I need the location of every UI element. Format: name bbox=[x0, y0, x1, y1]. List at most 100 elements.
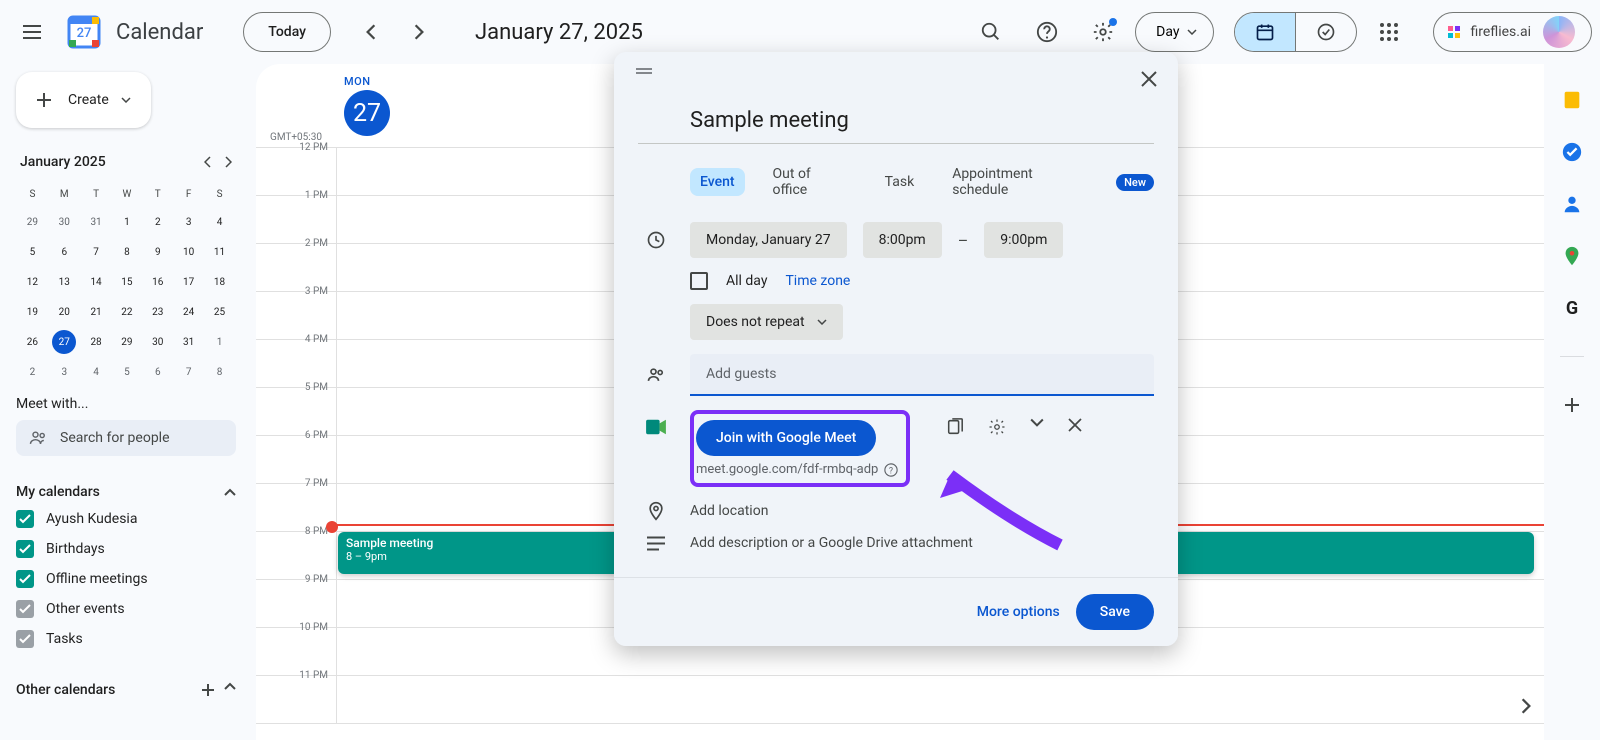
calendar-checkbox[interactable] bbox=[16, 570, 34, 588]
mini-cal-day[interactable]: 5 bbox=[113, 358, 142, 386]
help-icon[interactable] bbox=[1023, 8, 1071, 56]
mini-cal-day[interactable]: 5 bbox=[18, 238, 47, 266]
contacts-icon[interactable] bbox=[1560, 192, 1584, 216]
mini-cal-day[interactable]: 31 bbox=[174, 328, 203, 356]
copy-meet-link-icon[interactable] bbox=[938, 410, 972, 444]
mini-cal-day[interactable]: 16 bbox=[143, 268, 172, 296]
mini-cal-next[interactable] bbox=[220, 152, 236, 172]
mini-cal-day[interactable]: 21 bbox=[82, 298, 111, 326]
allday-checkbox[interactable] bbox=[690, 272, 708, 290]
mini-cal-title[interactable]: January 2025 bbox=[20, 154, 106, 170]
calendar-list-item[interactable]: Tasks bbox=[16, 624, 236, 654]
mini-cal-day[interactable]: 20 bbox=[49, 298, 80, 326]
calendar-list-item[interactable]: Offline meetings bbox=[16, 564, 236, 594]
calendar-checkbox[interactable] bbox=[16, 600, 34, 618]
mini-cal-day[interactable]: 19 bbox=[18, 298, 47, 326]
addon-icon[interactable]: G bbox=[1560, 296, 1584, 320]
mini-cal-day[interactable]: 3 bbox=[49, 358, 80, 386]
mini-cal-day[interactable]: 10 bbox=[174, 238, 203, 266]
mini-cal-day[interactable]: 4 bbox=[82, 358, 111, 386]
repeat-dropdown[interactable]: Does not repeat bbox=[690, 304, 843, 340]
mini-cal-day[interactable]: 1 bbox=[205, 328, 234, 356]
event-title-input[interactable]: Sample meeting bbox=[638, 100, 1154, 144]
fireflies-extension-button[interactable]: fireflies.ai bbox=[1433, 12, 1592, 52]
calendar-view-toggle[interactable] bbox=[1235, 13, 1296, 51]
mini-cal-day[interactable]: 17 bbox=[174, 268, 203, 296]
join-meet-button[interactable]: Join with Google Meet bbox=[696, 420, 876, 456]
date-title[interactable]: January 27, 2025 bbox=[475, 20, 643, 45]
mini-cal-day[interactable]: 7 bbox=[174, 358, 203, 386]
get-addons-icon[interactable] bbox=[1560, 393, 1584, 417]
mini-cal-day[interactable]: 22 bbox=[113, 298, 142, 326]
mini-cal-day[interactable]: 29 bbox=[113, 328, 142, 356]
help-icon[interactable]: ? bbox=[884, 463, 898, 477]
my-calendars-header[interactable]: My calendars bbox=[16, 480, 236, 504]
next-day-button[interactable] bbox=[395, 8, 443, 56]
mini-cal-day[interactable]: 8 bbox=[205, 358, 234, 386]
more-options-button[interactable]: More options bbox=[977, 594, 1060, 630]
add-guests-input[interactable]: Add guests bbox=[690, 354, 1154, 396]
mini-cal-prev[interactable] bbox=[200, 152, 216, 172]
mini-cal-day[interactable]: 6 bbox=[49, 238, 80, 266]
mini-cal-day[interactable]: 13 bbox=[49, 268, 80, 296]
mini-cal-day[interactable]: 30 bbox=[143, 328, 172, 356]
mini-cal-day[interactable]: 3 bbox=[174, 208, 203, 236]
prev-day-button[interactable] bbox=[347, 8, 395, 56]
mini-cal-day[interactable]: 2 bbox=[143, 208, 172, 236]
add-description-input[interactable]: Add description or a Google Drive attach… bbox=[690, 535, 973, 551]
mini-cal-day[interactable]: 24 bbox=[174, 298, 203, 326]
meet-url[interactable]: meet.google.com/fdf-rmbq-adp bbox=[696, 462, 878, 477]
other-calendars-header[interactable]: Other calendars bbox=[16, 678, 236, 702]
add-location-input[interactable]: Add location bbox=[690, 503, 768, 519]
mini-cal-day[interactable]: 9 bbox=[143, 238, 172, 266]
mini-cal-day[interactable]: 28 bbox=[82, 328, 111, 356]
calendar-checkbox[interactable] bbox=[16, 540, 34, 558]
maps-icon[interactable] bbox=[1560, 244, 1584, 268]
mini-cal-day[interactable]: 7 bbox=[82, 238, 111, 266]
keep-icon[interactable] bbox=[1560, 88, 1584, 112]
create-button[interactable]: Create bbox=[16, 72, 151, 128]
mini-cal-day[interactable]: 12 bbox=[18, 268, 47, 296]
mini-cal-day[interactable]: 27 bbox=[49, 328, 80, 356]
tasks-icon[interactable] bbox=[1560, 140, 1584, 164]
calendar-list-item[interactable]: Ayush Kudesia bbox=[16, 504, 236, 534]
calendar-list-item[interactable]: Birthdays bbox=[16, 534, 236, 564]
calendar-checkbox[interactable] bbox=[16, 630, 34, 648]
main-menu-icon[interactable] bbox=[8, 8, 56, 56]
mini-cal-day[interactable]: 4 bbox=[205, 208, 234, 236]
meet-expand-icon[interactable] bbox=[1022, 410, 1052, 444]
scroll-right-button[interactable] bbox=[1508, 688, 1544, 724]
meet-settings-icon[interactable] bbox=[980, 410, 1014, 444]
start-time-chip[interactable]: 8:00pm bbox=[863, 222, 942, 258]
timezone-link[interactable]: Time zone bbox=[785, 273, 850, 289]
end-time-chip[interactable]: 9:00pm bbox=[984, 222, 1063, 258]
avatar[interactable] bbox=[1543, 16, 1575, 48]
mini-cal-day[interactable]: 11 bbox=[205, 238, 234, 266]
today-button[interactable]: Today bbox=[243, 12, 331, 52]
calendar-checkbox[interactable] bbox=[16, 510, 34, 528]
mini-cal-day[interactable]: 2 bbox=[18, 358, 47, 386]
mini-cal-day[interactable]: 23 bbox=[143, 298, 172, 326]
tab-event[interactable]: Event bbox=[690, 168, 745, 196]
search-people-input[interactable]: Search for people bbox=[16, 420, 236, 456]
calendar-list-item[interactable]: Other events bbox=[16, 594, 236, 624]
remove-meet-icon[interactable] bbox=[1060, 410, 1090, 444]
drag-handle-icon[interactable] bbox=[634, 62, 654, 96]
view-switcher-button[interactable]: Day bbox=[1135, 12, 1214, 52]
tab-task[interactable]: Task bbox=[875, 168, 925, 196]
mini-cal-day[interactable]: 30 bbox=[49, 208, 80, 236]
hour-cell[interactable] bbox=[336, 676, 1544, 723]
mini-cal-day[interactable]: 15 bbox=[113, 268, 142, 296]
close-panel-button[interactable] bbox=[1132, 62, 1166, 96]
mini-cal-day[interactable]: 8 bbox=[113, 238, 142, 266]
save-button[interactable]: Save bbox=[1076, 594, 1154, 630]
date-chip[interactable]: Monday, January 27 bbox=[690, 222, 847, 258]
mini-cal-day[interactable]: 31 bbox=[82, 208, 111, 236]
tasks-view-toggle[interactable] bbox=[1296, 13, 1356, 51]
search-icon[interactable] bbox=[967, 8, 1015, 56]
mini-cal-day[interactable]: 18 bbox=[205, 268, 234, 296]
hour-row[interactable]: 11 PM bbox=[256, 676, 1544, 724]
mini-cal-day[interactable]: 29 bbox=[18, 208, 47, 236]
settings-icon[interactable] bbox=[1079, 8, 1127, 56]
plus-icon[interactable] bbox=[200, 682, 216, 698]
